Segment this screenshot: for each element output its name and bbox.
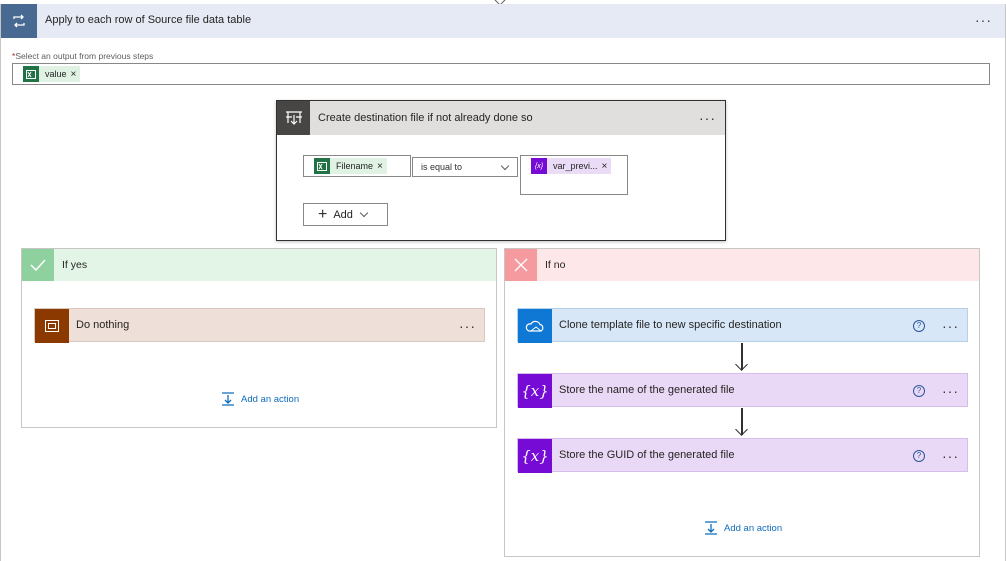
if-no-title: If no bbox=[545, 259, 566, 271]
variable-icon: {x} bbox=[518, 439, 552, 473]
var-previ-token-remove-icon[interactable]: × bbox=[602, 161, 612, 172]
help-icon[interactable]: ? bbox=[913, 450, 925, 462]
var-previ-token-label: var_previ... bbox=[553, 161, 598, 171]
if-yes-add-action-button[interactable]: Add an action bbox=[221, 392, 299, 406]
if-no-add-action-label: Add an action bbox=[724, 522, 783, 534]
if-yes-add-action-label: Add an action bbox=[241, 393, 300, 405]
apply-to-each-more-menu[interactable]: ··· bbox=[975, 13, 992, 27]
clone-template-more-menu[interactable]: ··· bbox=[942, 319, 959, 333]
if-no-branch: If no Clone template file to new specifi… bbox=[504, 248, 980, 557]
store-guid-title: Store the GUID of the generated file bbox=[559, 449, 735, 461]
variable-icon: {x} bbox=[531, 158, 547, 174]
condition-card: Create destination file if not already d… bbox=[276, 100, 726, 241]
var-previ-token[interactable]: {x} var_previ... × bbox=[531, 158, 612, 174]
store-name-action[interactable]: {x} Store the name of the generated file… bbox=[517, 373, 968, 408]
output-field-label-text: Select an output from previous steps bbox=[15, 51, 154, 61]
chevron-down-icon bbox=[500, 161, 510, 171]
apply-to-each-title: Apply to each row of Source file data ta… bbox=[45, 14, 252, 26]
store-guid-more-menu[interactable]: ··· bbox=[942, 449, 959, 463]
condition-more-menu[interactable]: ··· bbox=[699, 111, 716, 125]
onedrive-icon bbox=[518, 309, 552, 343]
condition-icon bbox=[277, 101, 310, 135]
store-name-more-menu[interactable]: ··· bbox=[942, 384, 959, 398]
condition-operator-value: is equal to bbox=[421, 162, 463, 172]
if-no-header[interactable]: If no bbox=[505, 249, 979, 281]
do-nothing-action[interactable]: Do nothing ··· bbox=[34, 308, 485, 343]
excel-icon bbox=[314, 158, 330, 174]
filename-token-remove-icon[interactable]: × bbox=[377, 161, 387, 172]
excel-icon bbox=[23, 66, 39, 82]
arrow-down-icon bbox=[735, 423, 748, 436]
clone-template-title: Clone template file to new specific dest… bbox=[559, 319, 782, 331]
variable-icon: {x} bbox=[518, 374, 552, 408]
output-select-input[interactable]: value × bbox=[12, 63, 990, 85]
do-nothing-more-menu[interactable]: ··· bbox=[459, 319, 476, 333]
condition-operator-select[interactable]: is equal to bbox=[412, 157, 518, 177]
store-guid-action[interactable]: {x} Store the GUID of the generated file… bbox=[517, 438, 968, 473]
help-icon[interactable]: ? bbox=[913, 320, 925, 332]
do-nothing-title: Do nothing bbox=[76, 319, 130, 331]
check-icon bbox=[22, 249, 54, 281]
arrow-down-icon bbox=[735, 358, 748, 371]
if-yes-title: If yes bbox=[62, 259, 88, 271]
plus-icon: + bbox=[318, 205, 328, 223]
if-no-add-action-button[interactable]: Add an action bbox=[704, 521, 782, 535]
value-token[interactable]: value × bbox=[23, 66, 81, 82]
variable-icon-glyph: {x} bbox=[534, 162, 544, 170]
output-field-label: *Select an output from previous steps bbox=[12, 51, 153, 61]
close-icon bbox=[505, 249, 537, 281]
condition-add-button[interactable]: + Add bbox=[303, 203, 388, 226]
add-action-icon bbox=[705, 521, 717, 535]
scope-icon bbox=[35, 309, 69, 343]
help-icon[interactable]: ? bbox=[913, 385, 925, 397]
store-name-title: Store the name of the generated file bbox=[559, 384, 735, 396]
filename-token[interactable]: Filename × bbox=[314, 158, 387, 174]
apply-to-each-header[interactable]: Apply to each row of Source file data ta… bbox=[1, 4, 1005, 38]
condition-title: Create destination file if not already d… bbox=[318, 112, 533, 124]
if-yes-branch: If yes Do nothing ··· Add an action bbox=[21, 248, 497, 428]
condition-right-operand-input[interactable]: {x} var_previ... × bbox=[520, 155, 628, 195]
variable-icon-glyph: {x} bbox=[521, 382, 549, 400]
condition-left-operand-input[interactable]: Filename × bbox=[303, 155, 411, 177]
chevron-down-icon bbox=[359, 208, 369, 217]
condition-header[interactable]: Create destination file if not already d… bbox=[277, 101, 725, 135]
value-token-label: value bbox=[45, 69, 67, 79]
variable-icon-glyph: {x} bbox=[521, 447, 549, 465]
filename-token-label: Filename bbox=[336, 161, 374, 171]
clone-template-action[interactable]: Clone template file to new specific dest… bbox=[517, 308, 968, 343]
value-token-remove-icon[interactable]: × bbox=[71, 69, 81, 80]
add-button-label: Add bbox=[333, 208, 353, 221]
if-yes-header[interactable]: If yes bbox=[22, 249, 496, 281]
loop-icon bbox=[1, 4, 37, 38]
add-action-icon bbox=[222, 392, 234, 406]
